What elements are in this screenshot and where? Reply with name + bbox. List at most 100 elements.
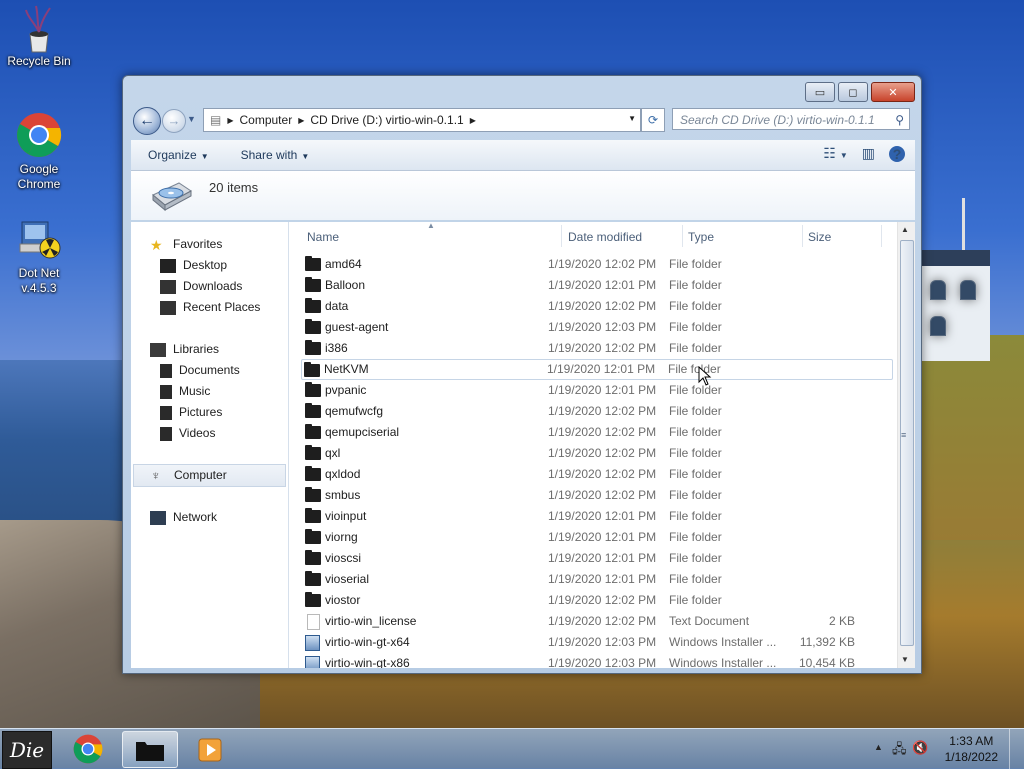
folder-icon — [305, 592, 321, 607]
file-row[interactable]: amd64 1/19/2020 12:02 PM File folder — [303, 254, 893, 275]
file-row[interactable]: vioscsi 1/19/2020 12:01 PM File folder — [303, 548, 893, 569]
taskbar-media-player[interactable] — [184, 731, 238, 766]
start-button[interactable]: Die — [2, 731, 52, 769]
taskbar-explorer[interactable] — [122, 731, 178, 768]
file-row[interactable]: Balloon 1/19/2020 12:01 PM File folder — [303, 275, 893, 296]
file-row[interactable]: qemupciserial 1/19/2020 12:02 PM File fold… — [303, 422, 893, 443]
file-type: File folder — [669, 488, 722, 502]
desktop-icon-google-chrome[interactable]: Google Chrome — [4, 112, 74, 192]
share-with-button[interactable]: Share with ▼ — [224, 148, 325, 162]
file-row[interactable]: guest-agent 1/19/2020 12:03 PM File folder — [303, 317, 893, 338]
folder-icon — [304, 362, 320, 377]
nav-downloads[interactable]: Downloads — [131, 276, 288, 297]
file-row[interactable]: virtio-win-gt-x64 1/19/2020 12:03 PM Windo… — [303, 632, 893, 653]
nav-computer[interactable]: ♆ Computer — [133, 464, 286, 487]
column-divider[interactable] — [682, 225, 683, 247]
maximize-button[interactable]: ◻ — [838, 82, 868, 102]
recent-pages-dropdown[interactable]: ▼ — [187, 114, 196, 124]
scroll-up-icon[interactable]: ▲ — [901, 225, 909, 234]
organize-button[interactable]: Organize ▼ — [131, 148, 224, 162]
file-row[interactable]: qemufwcfg 1/19/2020 12:02 PM File folder — [303, 401, 893, 422]
file-date-modified: 1/19/2020 12:02 PM — [548, 446, 657, 460]
help-icon[interactable]: ? — [889, 145, 905, 162]
forward-button[interactable]: → — [162, 109, 186, 133]
column-headers: ▲ Name Date modified Type Size — [289, 222, 895, 250]
column-header-size[interactable]: Size — [808, 230, 831, 244]
network-tray-icon[interactable]: 🖧 — [892, 740, 907, 762]
show-hidden-icons-icon[interactable]: ▲ — [874, 742, 883, 752]
search-icon[interactable]: ⚲ — [895, 109, 904, 131]
scrollbar-thumb[interactable] — [900, 240, 914, 646]
chevron-right-icon[interactable]: ▶ — [470, 116, 476, 125]
address-dropdown-icon[interactable]: ▼ — [628, 114, 636, 123]
desktop-icon-recycle-bin[interactable]: Recycle Bin — [4, 4, 74, 69]
file-row[interactable]: viorng 1/19/2020 12:01 PM File folder — [303, 527, 893, 548]
close-button[interactable]: ✕ — [871, 82, 915, 102]
nav-pictures[interactable]: Pictures — [131, 402, 288, 423]
nav-recent-places[interactable]: Recent Places — [131, 297, 288, 318]
file-row[interactable]: i386 1/19/2020 12:02 PM File folder — [303, 338, 893, 359]
back-button[interactable]: ← — [133, 107, 161, 135]
file-date-modified: 1/19/2020 12:02 PM — [548, 593, 657, 607]
nav-desktop[interactable]: Desktop — [131, 255, 288, 276]
preview-pane-icon[interactable]: ▥ — [862, 145, 875, 162]
organize-label: Organize — [148, 148, 197, 162]
nav-libraries[interactable]: Libraries — [131, 339, 288, 360]
nav-videos[interactable]: Videos — [131, 423, 288, 444]
file-date-modified: 1/19/2020 12:02 PM — [548, 488, 657, 502]
file-row[interactable]: data 1/19/2020 12:02 PM File folder — [303, 296, 893, 317]
minimize-button[interactable]: ▭ — [805, 82, 835, 102]
file-type: File folder — [669, 446, 722, 460]
nav-favorites[interactable]: ★ Favorites — [131, 234, 288, 255]
file-type: Text Document — [669, 614, 750, 628]
change-view-icon[interactable]: ☷ ▼ — [823, 145, 847, 162]
file-row[interactable]: NetKVM 1/19/2020 12:01 PM File folder — [301, 359, 893, 380]
file-type: File folder — [669, 467, 722, 481]
file-row[interactable]: vioinput 1/19/2020 12:01 PM File folder — [303, 506, 893, 527]
command-bar: Organize ▼ Share with ▼ ☷ ▼ ▥ ? — [131, 140, 915, 171]
volume-muted-icon[interactable]: 🔇 — [912, 740, 928, 756]
vertical-scrollbar[interactable]: ▲ ≡ ▼ — [897, 222, 915, 668]
file-row[interactable]: viostor 1/19/2020 12:02 PM File folder — [303, 590, 893, 611]
refresh-button[interactable]: ⟳ — [641, 108, 665, 132]
file-date-modified: 1/19/2020 12:02 PM — [548, 404, 657, 418]
search-input[interactable]: Search CD Drive (D:) virtio-win-0.1.1 ⚲ — [672, 108, 910, 130]
desktop-folder-icon — [160, 258, 176, 273]
clock[interactable]: 1:33 AM 1/18/2022 — [945, 733, 998, 765]
column-divider[interactable] — [561, 225, 562, 247]
taskbar-chrome[interactable] — [62, 731, 116, 766]
file-list-pane: ▲ Name Date modified Type Size amd64 1/19… — [289, 222, 915, 668]
folder-icon — [305, 571, 321, 586]
column-header-date[interactable]: Date modified — [568, 230, 642, 244]
file-row[interactable]: vioserial 1/19/2020 12:01 PM File folder — [303, 569, 893, 590]
file-row[interactable]: qxl 1/19/2020 12:02 PM File folder — [303, 443, 893, 464]
file-type: File folder — [669, 551, 722, 565]
navigation-pane: ★ Favorites Desktop Downloads Recent Plac… — [131, 222, 289, 668]
nav-label: Videos — [179, 426, 216, 440]
nav-music[interactable]: Music — [131, 381, 288, 402]
file-name: qemupciserial — [325, 425, 400, 439]
column-header-name[interactable]: Name — [307, 230, 339, 244]
folder-icon — [305, 298, 321, 313]
file-row[interactable]: qxldod 1/19/2020 12:02 PM File folder — [303, 464, 893, 485]
nav-network[interactable]: Network — [131, 507, 288, 528]
column-divider[interactable] — [881, 225, 882, 247]
address-bar[interactable]: ▤ ▶ Computer ▶ CD Drive (D:) virtio-win-… — [203, 108, 641, 132]
file-row[interactable]: virtio-win_license 1/19/2020 12:02 PM Text… — [303, 611, 893, 632]
column-divider[interactable] — [802, 225, 803, 247]
file-date-modified: 1/19/2020 12:03 PM — [548, 320, 657, 334]
desktop-icon-dotnet[interactable]: Dot Net v.4.5.3 — [4, 216, 74, 296]
column-header-type[interactable]: Type — [688, 230, 714, 244]
breadcrumb-cd-drive[interactable]: CD Drive (D:) virtio-win-0.1.1 — [304, 113, 469, 127]
show-desktop-button[interactable] — [1009, 729, 1024, 769]
nav-documents[interactable]: Documents — [131, 360, 288, 381]
file-size: 10,454 KB — [798, 656, 855, 668]
breadcrumb-computer[interactable]: Computer — [234, 113, 299, 127]
file-row[interactable]: smbus 1/19/2020 12:02 PM File folder — [303, 485, 893, 506]
file-date-modified: 1/19/2020 12:02 PM — [548, 299, 657, 313]
downloads-icon — [160, 279, 176, 294]
file-name: qemufwcfg — [325, 404, 384, 418]
file-row[interactable]: pvpanic 1/19/2020 12:01 PM File folder — [303, 380, 893, 401]
file-row[interactable]: virtio-win-gt-x86 1/19/2020 12:03 PM Windo… — [303, 653, 893, 668]
scroll-down-icon[interactable]: ▼ — [901, 655, 909, 664]
